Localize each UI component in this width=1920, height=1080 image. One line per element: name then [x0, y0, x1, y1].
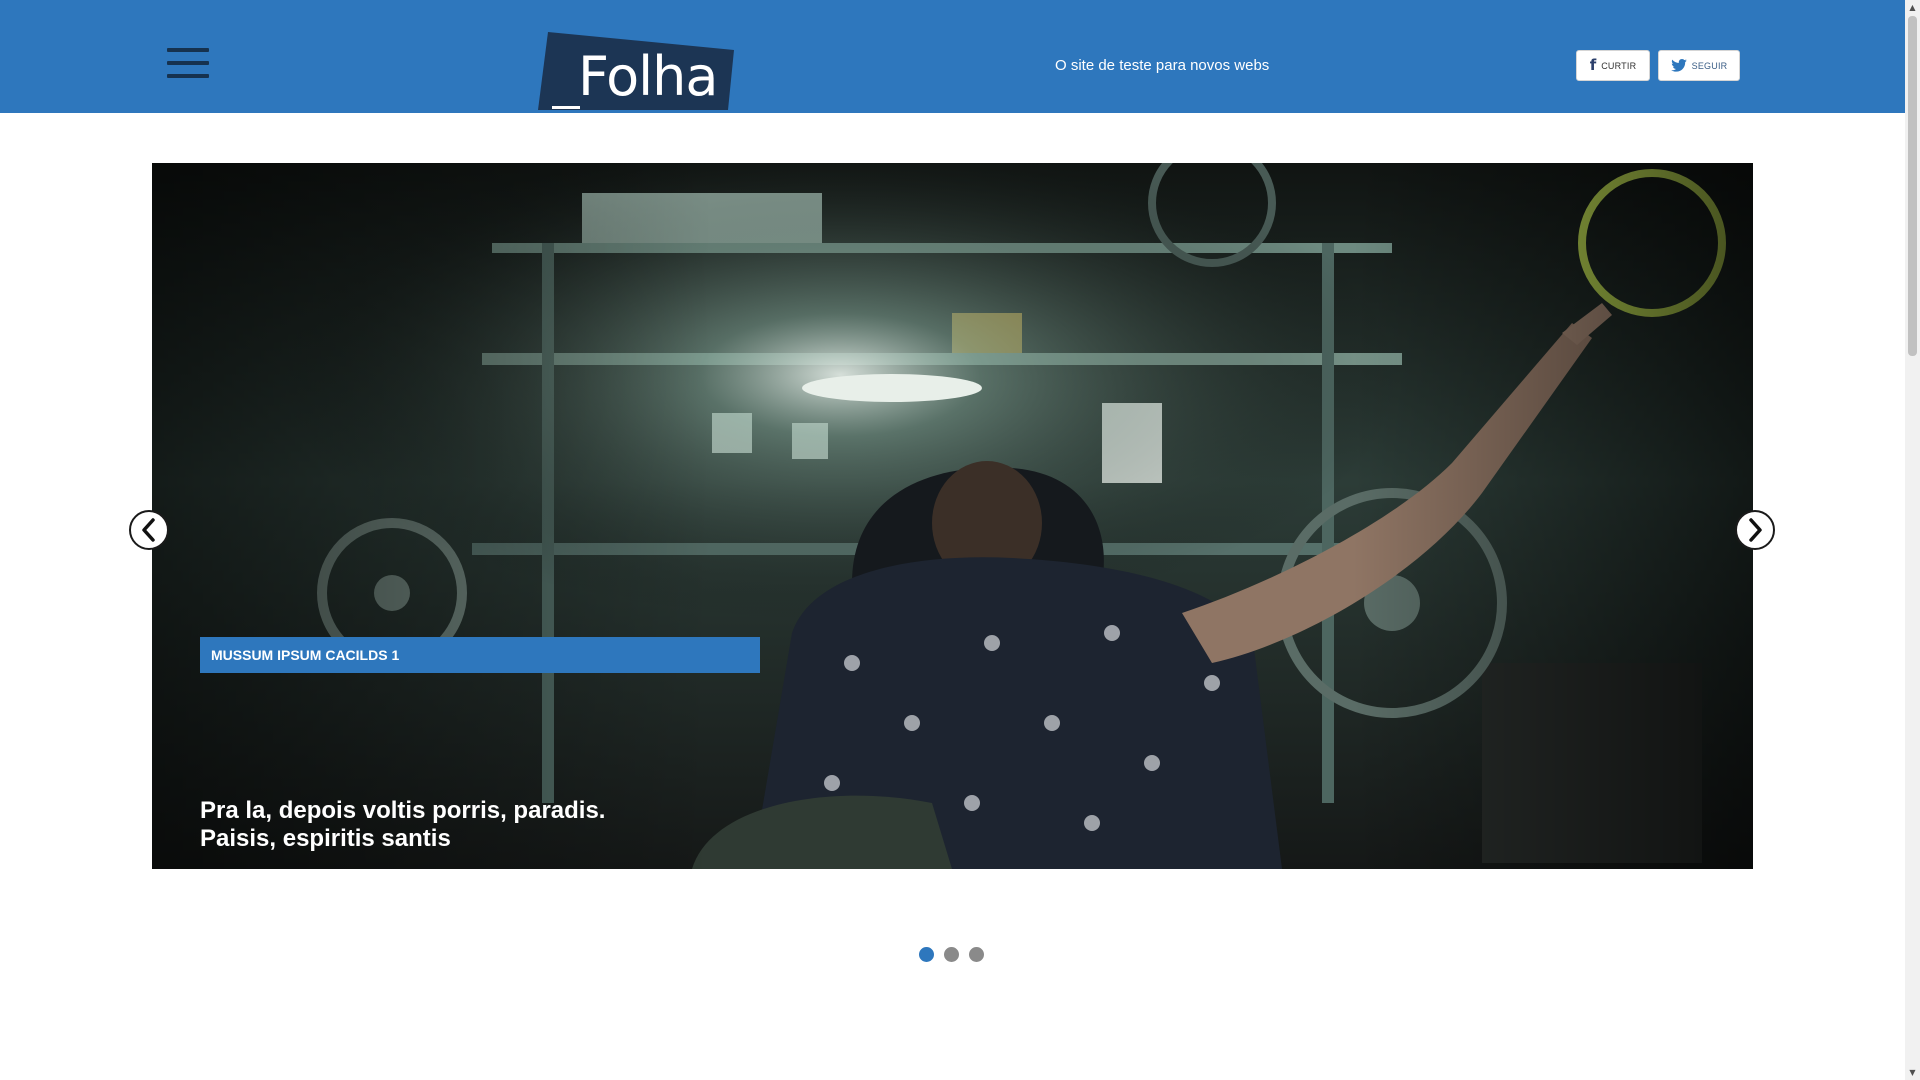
- facebook-like-button[interactable]: f CURTIR: [1576, 50, 1650, 81]
- hamburger-line: [167, 74, 209, 78]
- twitter-icon: [1670, 59, 1687, 72]
- hamburger-line: [167, 61, 209, 65]
- scroll-up-icon[interactable]: ▲: [1905, 0, 1920, 15]
- page: Folha O site de teste para novos webs f …: [0, 0, 1920, 1080]
- slider-dot-2[interactable]: [944, 947, 959, 962]
- vertical-scrollbar[interactable]: ▲ ▼: [1905, 0, 1920, 1080]
- scrollbar-thumb[interactable]: [1908, 16, 1917, 356]
- slider-next-button[interactable]: [1735, 510, 1775, 550]
- slide-category-tag[interactable]: MUSSUM IPSUM CACILDS 1: [200, 637, 760, 673]
- logo-underscore: [552, 106, 580, 109]
- facebook-icon: f: [1589, 56, 1597, 74]
- twitter-follow-button[interactable]: SEGUIR: [1658, 50, 1740, 81]
- slide-image[interactable]: [152, 163, 1753, 869]
- slider-prev-button[interactable]: [129, 510, 169, 550]
- slide-headline-line1: Pra la, depois voltis porris, paradis.: [200, 797, 606, 824]
- hamburger-menu-icon[interactable]: [167, 46, 209, 80]
- slider-pagination: [919, 947, 984, 962]
- site-tagline: O site de teste para novos webs: [1055, 57, 1270, 74]
- slide-headline-line2: Paisis, espiritis santis: [200, 825, 451, 852]
- like-label: CURTIR: [1601, 60, 1637, 71]
- hero-slider: MUSSUM IPSUM CACILDS 1 Pra la, depois vo…: [152, 163, 1753, 869]
- follow-label: SEGUIR: [1691, 60, 1728, 71]
- scroll-down-icon[interactable]: ▼: [1905, 1065, 1920, 1080]
- site-logo[interactable]: Folha: [538, 30, 736, 110]
- slider-dot-1[interactable]: [919, 947, 934, 962]
- logo-text: Folha: [578, 45, 718, 108]
- chevron-left-icon: [142, 518, 155, 542]
- slide-headline[interactable]: Pra la, depois voltis porris, paradis. P…: [200, 797, 760, 853]
- hamburger-line: [167, 48, 209, 52]
- slider-dot-3[interactable]: [969, 947, 984, 962]
- chevron-right-icon: [1749, 518, 1762, 542]
- site-header: Folha O site de teste para novos webs f …: [0, 0, 1905, 113]
